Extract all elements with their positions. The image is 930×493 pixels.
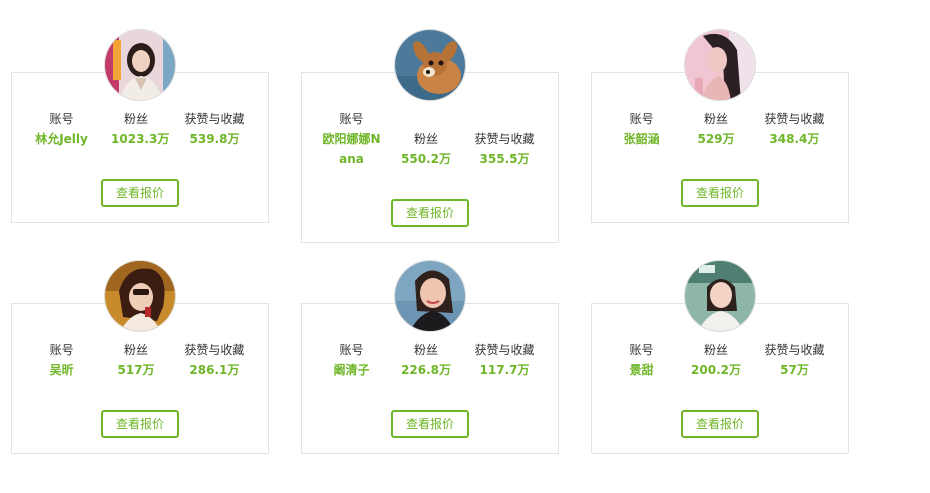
view-quote-button[interactable]: 查看报价 — [391, 199, 469, 227]
fans-label: 粉丝 — [414, 132, 439, 146]
likes-count: 539.8万 — [189, 132, 240, 146]
fans-label: 粉丝 — [704, 112, 729, 126]
avatar — [104, 29, 176, 101]
account-label: 账号 — [49, 343, 74, 357]
kol-stats: 账号景甜 粉丝 200.2万 获赞与收藏 57万 — [592, 340, 848, 380]
kol-stats: 账号阚清子 粉丝 226.8万 获赞与收藏 117.7万 — [302, 340, 558, 380]
portrait-woman-icon — [105, 261, 175, 331]
account-label: 账号 — [339, 112, 364, 126]
account-label: 账号 — [49, 112, 74, 126]
kol-stats: 账号吴昕 粉丝 517万 获赞与收藏 286.1万 — [12, 340, 268, 380]
fans-count: 550.2万 — [401, 152, 452, 166]
account-name: 林允Jelly — [35, 132, 88, 146]
account-label: 账号 — [629, 112, 654, 126]
view-quote-button[interactable]: 查看报价 — [101, 179, 179, 207]
likes-label: 获赞与收藏 — [184, 112, 245, 126]
likes-label: 获赞与收藏 — [474, 132, 535, 146]
view-quote-button[interactable]: 查看报价 — [681, 410, 759, 438]
likes-count: 355.5万 — [479, 152, 530, 166]
fans-count: 200.2万 — [691, 363, 742, 377]
fans-label: 粉丝 — [414, 343, 439, 357]
likes-label: 获赞与收藏 — [184, 343, 245, 357]
account-name: 景甜 — [629, 363, 654, 377]
view-quote-button[interactable]: 查看报价 — [101, 410, 179, 438]
likes-count: 117.7万 — [479, 363, 530, 377]
avatar — [394, 29, 466, 101]
portrait-woman-icon — [395, 261, 465, 331]
view-quote-button[interactable]: 查看报价 — [391, 410, 469, 438]
portrait-woman-icon — [685, 30, 755, 100]
likes-label: 获赞与收藏 — [764, 343, 825, 357]
kol-stats: 账号欧阳娜娜Nana 粉丝 550.2万 获赞与收藏 355.5万 — [302, 109, 558, 169]
account-name: 吴昕 — [49, 363, 74, 377]
likes-label: 获赞与收藏 — [474, 343, 535, 357]
portrait-woman-icon — [685, 261, 755, 331]
view-quote-button[interactable]: 查看报价 — [681, 179, 759, 207]
account-name: 阚清子 — [333, 363, 370, 377]
avatar — [394, 260, 466, 332]
account-name: 欧阳娜娜Nana — [322, 132, 381, 166]
account-label: 账号 — [339, 343, 364, 357]
fans-label: 粉丝 — [124, 343, 149, 357]
likes-count: 348.4万 — [769, 132, 820, 146]
avatar — [104, 260, 176, 332]
fans-label: 粉丝 — [704, 343, 729, 357]
likes-count: 286.1万 — [189, 363, 240, 377]
avatar — [684, 260, 756, 332]
account-name: 张韶涵 — [623, 132, 660, 146]
fans-count: 1023.3万 — [111, 132, 170, 146]
account-label: 账号 — [629, 343, 654, 357]
kol-stats: 账号张韶涵 粉丝 529万 获赞与收藏 348.4万 — [592, 109, 848, 149]
fans-count: 529万 — [697, 132, 735, 146]
fawn-icon — [395, 30, 465, 100]
fans-count: 226.8万 — [401, 363, 452, 377]
portrait-girl-icon — [105, 30, 175, 100]
likes-label: 获赞与收藏 — [764, 112, 825, 126]
kol-stats: 账号林允Jelly 粉丝 1023.3万 获赞与收藏 539.8万 — [12, 109, 268, 149]
fans-label: 粉丝 — [124, 112, 149, 126]
avatar — [684, 29, 756, 101]
likes-count: 57万 — [780, 363, 809, 377]
fans-count: 517万 — [117, 363, 155, 377]
